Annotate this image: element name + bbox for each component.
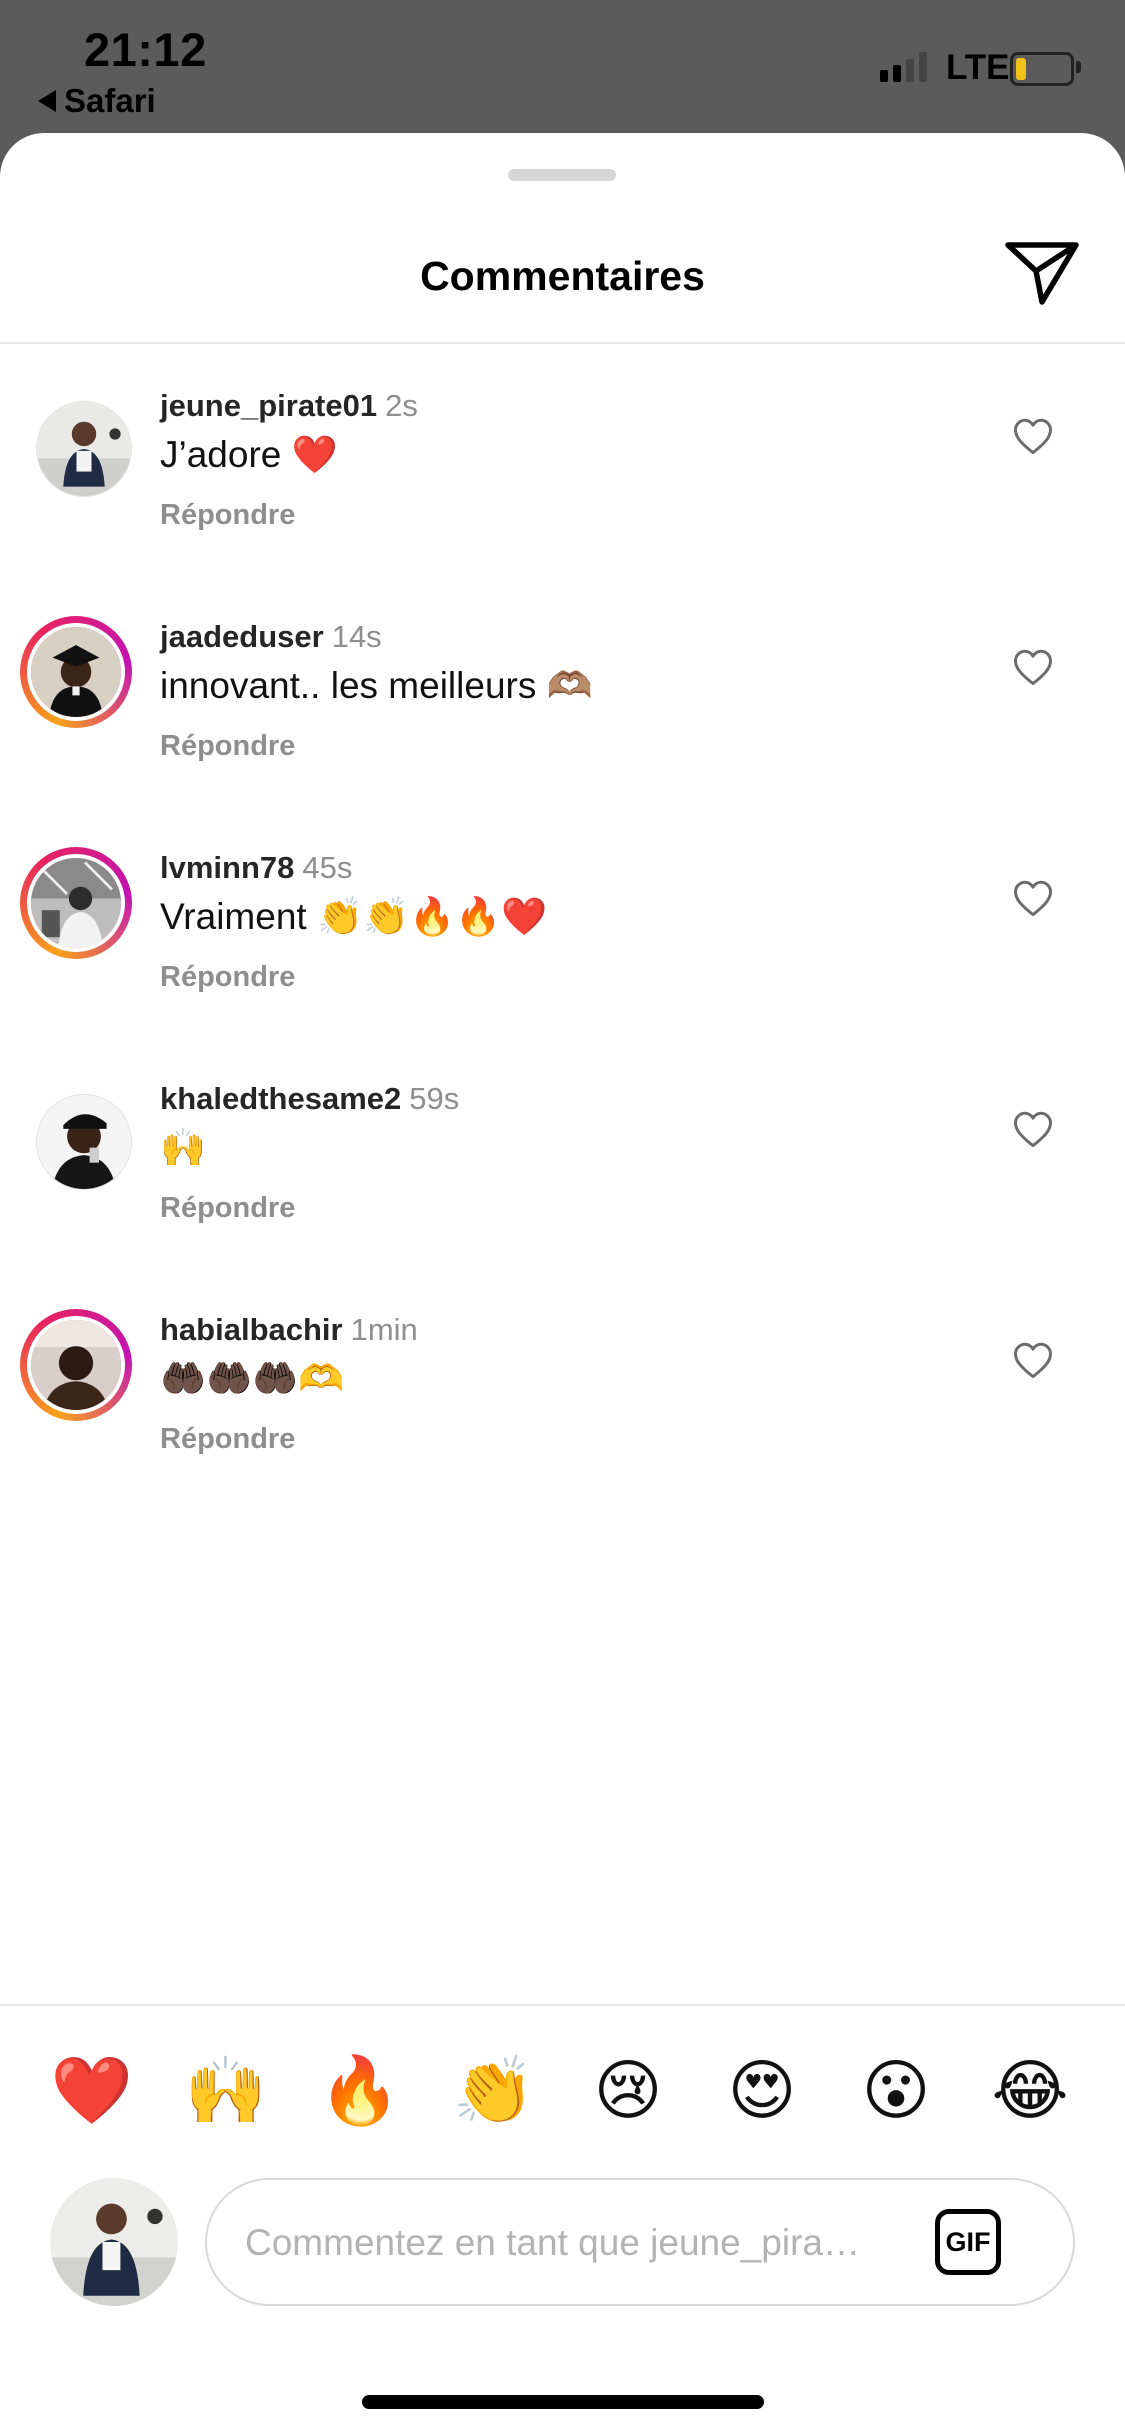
back-to-app-link[interactable]: Safari (38, 82, 156, 120)
reply-button[interactable]: Répondre (160, 961, 295, 994)
comment-item: jaadeduser 14s innovant.. les meilleurs 🫶… (0, 597, 1125, 797)
comment-composer: GIF (205, 2178, 1075, 2306)
comment-time: 59s (409, 1081, 460, 1116)
comment-item: khaledthesame2 59s 🙌 Répondre (0, 1059, 1125, 1259)
emoji-laughing-button[interactable]: 😂 (985, 2050, 1075, 2130)
comment-item: jeune_pirate01 2s J’adore ❤️ Répondre (0, 366, 1125, 566)
comment-time: 45s (302, 850, 353, 885)
comment-username[interactable]: habialbachir (160, 1312, 343, 1347)
battery-icon (1010, 52, 1074, 86)
quick-emoji-bar: ❤️ 🙌 🔥 👏 😢 😍 😮 😂 (0, 2050, 1125, 2130)
comment-time: 1min (350, 1312, 418, 1347)
comment-meta: habialbachir 1min (160, 1312, 418, 1348)
composer-divider (0, 2004, 1125, 2006)
comment-input[interactable] (243, 2210, 907, 2276)
current-user-avatar (50, 2178, 178, 2306)
home-indicator (362, 2395, 764, 2409)
emoji-heart-button[interactable]: ❤️ (47, 2050, 137, 2130)
emoji-heart-eyes-button[interactable]: 😍 (717, 2050, 807, 2130)
comment-item: habialbachir 1min 🤲🏿🤲🏿🤲🏿🫶 Répondre (0, 1290, 1125, 1490)
status-time: 21:12 (84, 23, 207, 76)
back-app-label: Safari (64, 82, 156, 119)
comment-username[interactable]: jaadeduser (160, 619, 324, 654)
status-bar: 21:12 Safari LTE (0, 0, 1125, 135)
emoji-surprised-button[interactable]: 😮 (851, 2050, 941, 2130)
commenter-avatar[interactable] (20, 1078, 132, 1190)
comment-meta: lvminn78 45s (160, 850, 352, 886)
emoji-clap-button[interactable]: 👏 (449, 2050, 539, 2130)
comment-meta: jeune_pirate01 2s (160, 388, 418, 424)
emoji-raised-hands-button[interactable]: 🙌 (181, 2050, 271, 2130)
emoji-fire-button[interactable]: 🔥 (315, 2050, 405, 2130)
reply-button[interactable]: Répondre (160, 499, 295, 532)
comment-username[interactable]: lvminn78 (160, 850, 294, 885)
comment-meta: jaadeduser 14s (160, 619, 382, 655)
signal-strength-icon (880, 52, 927, 82)
reply-button[interactable]: Répondre (160, 1423, 295, 1456)
comment-time: 14s (331, 619, 382, 654)
battery-tip (1076, 61, 1081, 73)
comment-text: 🙌 (160, 1127, 207, 1168)
heart-outline-icon[interactable] (1012, 647, 1054, 687)
heart-outline-icon[interactable] (1012, 416, 1054, 456)
battery-level-fill (1016, 58, 1026, 80)
comment-time: 2s (385, 388, 418, 423)
sheet-grabber[interactable] (508, 169, 616, 181)
heart-outline-icon[interactable] (1012, 1340, 1054, 1380)
reply-button[interactable]: Répondre (160, 1192, 295, 1225)
emoji-crying-button[interactable]: 😢 (583, 2050, 673, 2130)
network-type: LTE (946, 48, 1010, 87)
gif-button[interactable]: GIF (935, 2209, 1001, 2275)
comment-text: innovant.. les meilleurs 🫶🏽 (160, 665, 593, 706)
paper-plane-icon[interactable] (1003, 238, 1083, 310)
commenter-avatar[interactable] (20, 385, 132, 497)
comment-username[interactable]: khaledthesame2 (160, 1081, 401, 1116)
commenter-avatar[interactable] (20, 616, 132, 728)
header-divider (0, 342, 1125, 344)
heart-outline-icon[interactable] (1012, 1109, 1054, 1149)
heart-outline-icon[interactable] (1012, 878, 1054, 918)
comment-text: J’adore ❤️ (160, 434, 338, 475)
commenter-avatar[interactable] (20, 847, 132, 959)
comment-item: lvminn78 45s Vraiment 👏👏🔥🔥❤️ Répondre (0, 828, 1125, 1028)
comment-text: Vraiment 👏👏🔥🔥❤️ (160, 896, 548, 937)
back-arrow-icon (38, 90, 56, 112)
comment-meta: khaledthesame2 59s (160, 1081, 459, 1117)
comment-text: 🤲🏿🤲🏿🤲🏿🫶 (160, 1358, 345, 1399)
page-title: Commentaires (420, 253, 705, 299)
reply-button[interactable]: Répondre (160, 730, 295, 763)
commenter-avatar[interactable] (20, 1309, 132, 1421)
comment-username[interactable]: jeune_pirate01 (160, 388, 377, 423)
